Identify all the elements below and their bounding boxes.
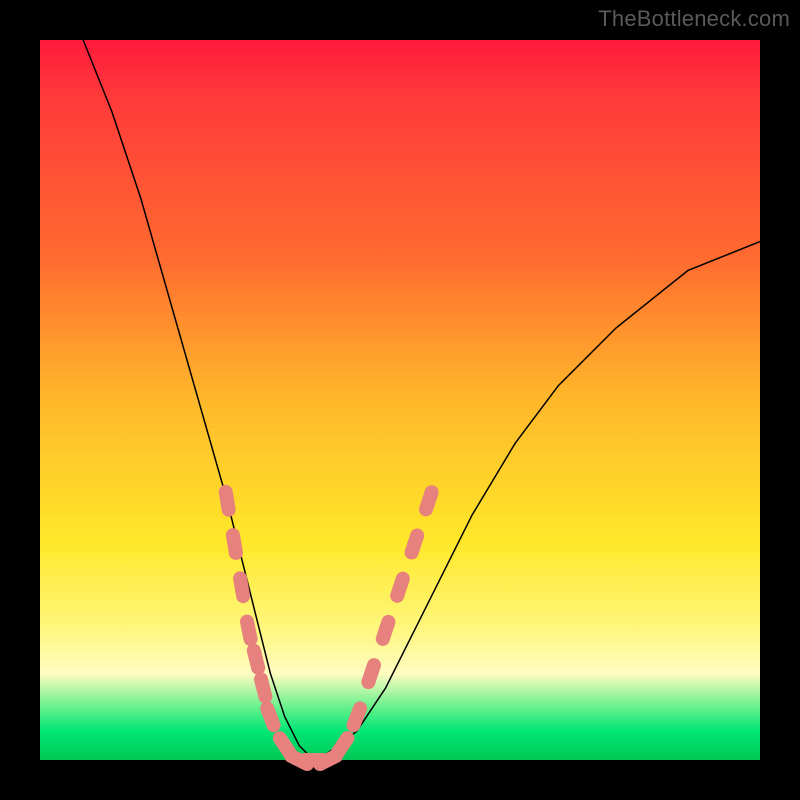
highlight-dot	[397, 579, 403, 596]
highlight-dot	[226, 492, 229, 510]
highlight-dot	[233, 535, 236, 553]
chart-frame: TheBottleneck.com	[0, 0, 800, 800]
highlight-dot	[240, 578, 243, 596]
highlight-dot	[337, 738, 347, 753]
highlight-dot	[383, 622, 389, 639]
highlight-dot	[261, 679, 265, 696]
highlight-dot	[368, 665, 374, 682]
highlight-dot	[412, 536, 418, 553]
bottleneck-curve	[83, 40, 760, 760]
highlight-dot	[267, 708, 273, 725]
curve-svg	[40, 40, 760, 760]
highlight-dot	[354, 708, 361, 725]
watermark-label: TheBottleneck.com	[598, 6, 790, 32]
highlight-dot	[247, 622, 251, 640]
highlight-markers	[226, 492, 432, 764]
highlight-dot	[254, 651, 258, 668]
plot-area	[40, 40, 760, 760]
highlight-dot	[426, 492, 432, 509]
